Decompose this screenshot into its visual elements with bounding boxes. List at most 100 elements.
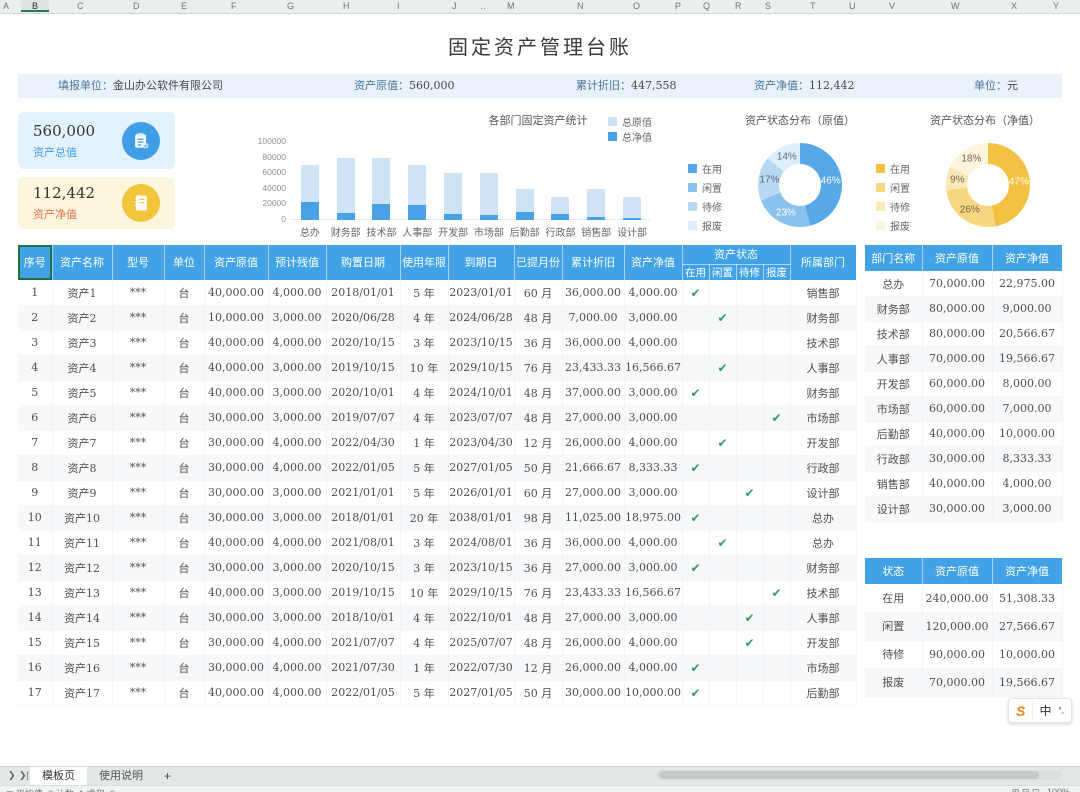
cell[interactable]: 30,000.00 xyxy=(204,655,269,681)
cell[interactable]: 2025/07/07 xyxy=(448,630,515,656)
cell[interactable]: 2020/10/01 xyxy=(326,380,401,406)
ime-mode-toggle[interactable]: 中 xyxy=(1032,702,1051,719)
column-header-C[interactable]: C xyxy=(77,0,84,12)
status-cell-在用[interactable] xyxy=(682,430,710,456)
cell[interactable]: 2026/01/01 xyxy=(448,480,515,506)
cell[interactable]: 台 xyxy=(164,355,205,381)
bar-销售部[interactable]: 销售部 xyxy=(578,142,614,239)
column-header-W[interactable]: W xyxy=(951,0,960,12)
legend-待修[interactable]: 待修 xyxy=(876,197,910,216)
column-header-S[interactable]: S xyxy=(765,0,771,12)
cell[interactable]: 3,000.00 xyxy=(624,405,683,431)
cell[interactable]: 40,000.00 xyxy=(922,471,993,497)
cell[interactable]: 资产17 xyxy=(52,680,113,706)
cell[interactable]: 资产3 xyxy=(52,330,113,356)
status-cell-报废[interactable] xyxy=(763,480,791,506)
cell[interactable]: 资产14 xyxy=(52,605,113,631)
cell[interactable]: 10 年 xyxy=(400,580,449,606)
cell[interactable]: 2020/06/28 xyxy=(326,305,401,331)
cell[interactable]: 20 年 xyxy=(400,505,449,531)
cell[interactable]: 总办 xyxy=(865,271,923,297)
status-cell-在用[interactable] xyxy=(682,480,710,506)
column-header-H[interactable]: H xyxy=(343,0,350,12)
cell[interactable]: 3,000.00 xyxy=(624,380,683,406)
cell[interactable]: 10,000.00 xyxy=(992,421,1063,447)
cell[interactable]: 40,000.00 xyxy=(204,530,269,556)
cell[interactable]: 5 年 xyxy=(400,280,449,306)
column-header-J[interactable]: J xyxy=(452,0,457,12)
status-cell-报废[interactable] xyxy=(763,605,791,631)
col-header-6[interactable]: 预计残值 xyxy=(268,245,327,281)
status-cell-在用[interactable]: ✔ xyxy=(682,555,710,581)
status-cell-待修[interactable] xyxy=(736,555,764,581)
status-cell-报废[interactable] xyxy=(763,630,791,656)
cell[interactable]: 3,000.00 xyxy=(268,605,327,631)
col-header-2[interactable]: 资产名称 xyxy=(52,245,113,281)
status-cell-闲置[interactable]: ✔ xyxy=(709,530,737,556)
column-header-F[interactable]: F xyxy=(231,0,237,12)
cell[interactable]: 2029/10/15 xyxy=(448,355,515,381)
cell[interactable]: 30,000.00 xyxy=(204,455,269,481)
cell[interactable]: 2038/01/01 xyxy=(448,505,515,531)
cell[interactable]: 台 xyxy=(164,530,205,556)
bar-设计部[interactable]: 设计部 xyxy=(614,142,650,239)
status-cell-闲置[interactable] xyxy=(709,680,737,706)
cell[interactable]: 3,000.00 xyxy=(268,580,327,606)
col-header-8[interactable]: 使用年限 xyxy=(400,245,449,281)
cell[interactable]: 27,000.00 xyxy=(562,555,625,581)
cell[interactable]: 30,000.00 xyxy=(922,496,993,522)
cell[interactable]: 资产16 xyxy=(52,655,113,681)
cell[interactable]: 台 xyxy=(164,505,205,531)
cell[interactable]: 40,000.00 xyxy=(204,680,269,706)
cell[interactable]: 30,000.00 xyxy=(204,430,269,456)
cell[interactable]: 5 年 xyxy=(400,680,449,706)
cell[interactable]: 16,566.67 xyxy=(624,355,683,381)
status-cell-闲置[interactable] xyxy=(709,405,737,431)
status-cell-待修[interactable] xyxy=(736,680,764,706)
column-header-U[interactable]: U xyxy=(849,0,856,12)
cell[interactable]: 开发部 xyxy=(865,371,923,397)
status-cell-报废[interactable] xyxy=(763,430,791,456)
cell[interactable]: *** xyxy=(112,555,165,581)
sheet-nav-last-icon[interactable]: ❯| xyxy=(19,770,29,781)
status-cell-在用[interactable] xyxy=(682,405,710,431)
cell[interactable]: 2022/04/30 xyxy=(326,430,401,456)
cell[interactable]: 30,000.00 xyxy=(204,605,269,631)
cell[interactable]: 台 xyxy=(164,455,205,481)
cell[interactable]: 4,000.00 xyxy=(624,330,683,356)
legend-报废[interactable]: 报废 xyxy=(876,216,910,235)
cell[interactable]: 60,000.00 xyxy=(922,371,993,397)
cell-department[interactable]: 人事部 xyxy=(790,355,857,381)
cell-department[interactable]: 开发部 xyxy=(790,630,857,656)
cell[interactable]: 37,000.00 xyxy=(562,380,625,406)
sheet-tab-instructions[interactable]: 使用说明 xyxy=(87,767,155,786)
cell[interactable]: 2023/07/07 xyxy=(448,405,515,431)
cell[interactable]: 48 月 xyxy=(514,630,563,656)
cell[interactable]: 台 xyxy=(164,430,205,456)
status-cell-闲置[interactable] xyxy=(709,655,737,681)
column-header-D[interactable]: D xyxy=(133,0,140,12)
cell[interactable]: *** xyxy=(112,505,165,531)
cell[interactable]: 台 xyxy=(164,280,205,306)
column-header-V[interactable]: V xyxy=(889,0,895,12)
cell[interactable]: *** xyxy=(112,530,165,556)
status-cell-待修[interactable]: ✔ xyxy=(736,605,764,631)
cell[interactable]: 48 月 xyxy=(514,405,563,431)
cell[interactable]: 4,000.00 xyxy=(268,280,327,306)
status-cell-闲置[interactable]: ✔ xyxy=(709,305,737,331)
col-header-3[interactable]: 型号 xyxy=(112,245,165,281)
cell[interactable]: 30,000.00 xyxy=(204,555,269,581)
cell[interactable]: 3,000.00 xyxy=(624,480,683,506)
status-cell-闲置[interactable]: ✔ xyxy=(709,430,737,456)
cell-department[interactable]: 技术部 xyxy=(790,580,857,606)
cell[interactable]: 23,433.33 xyxy=(562,355,625,381)
status-cell-报废[interactable] xyxy=(763,555,791,581)
column-header-N[interactable]: N xyxy=(577,0,584,12)
col-header-5[interactable]: 资产原值 xyxy=(204,245,269,281)
cell[interactable]: 40,000.00 xyxy=(204,380,269,406)
cell[interactable]: 2019/10/15 xyxy=(326,580,401,606)
cell[interactable]: 48 月 xyxy=(514,605,563,631)
cell[interactable]: 4,000.00 xyxy=(624,530,683,556)
status-cell-待修[interactable] xyxy=(736,505,764,531)
status-cell-待修[interactable] xyxy=(736,305,764,331)
